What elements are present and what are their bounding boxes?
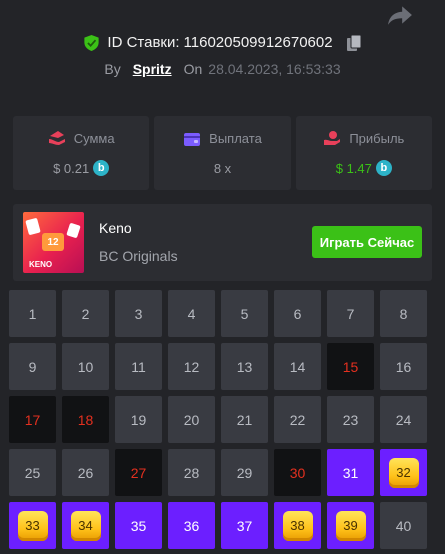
keno-grid: 1 2 3 4 5 6 7 8 9 10 11 12 13 14 15 16 17 18 19 20 21 22 23 24 2…	[9, 290, 435, 549]
gem-icon: 33	[17, 510, 48, 541]
user-link[interactable]: Spritz	[133, 61, 172, 77]
coin-icon: b	[375, 160, 392, 176]
keno-cell: 3	[115, 290, 162, 337]
thumb-number: 12	[42, 233, 64, 251]
keno-cell: 17	[9, 396, 56, 443]
keno-cell: 36	[168, 502, 215, 549]
stats-row: Сумма $ 0.21 b Выплата 8 x Прибыль $ 1.4…	[13, 116, 432, 190]
profit-label: Прибыль	[349, 130, 405, 146]
thumb-label: KENO	[29, 260, 53, 269]
keno-cell: 7	[327, 290, 374, 337]
keno-cell: 12	[168, 343, 215, 390]
keno-cell: 4	[168, 290, 215, 337]
profit-icon	[324, 131, 341, 145]
stat-amount: Сумма $ 0.21 b	[13, 116, 150, 190]
keno-cell: 18	[62, 396, 109, 443]
keno-cell: 38	[274, 502, 321, 549]
keno-cell: 35	[115, 502, 162, 549]
coin-icon: b	[93, 160, 110, 176]
wallet-icon	[184, 132, 201, 146]
keno-cell: 13	[221, 343, 268, 390]
gem-icon: 39	[335, 510, 366, 541]
amount-icon	[48, 131, 65, 145]
keno-cell: 25	[9, 449, 56, 496]
keno-cell: 27	[115, 449, 162, 496]
keno-cell: 16	[380, 343, 427, 390]
keno-cell: 9	[9, 343, 56, 390]
thumb-card-icon	[25, 217, 41, 236]
keno-cell: 33	[9, 502, 56, 549]
amount-value: $ 0.21	[53, 160, 90, 176]
keno-cell: 40	[380, 502, 427, 549]
keno-cell: 34	[62, 502, 109, 549]
gem-icon: 34	[70, 510, 101, 541]
keno-cell: 31	[327, 449, 374, 496]
on-label: On	[183, 61, 203, 77]
bet-id-row: ID Ставки: 116020509912670602	[0, 34, 445, 51]
payout-value: 8 x	[213, 160, 232, 176]
gem-icon: 38	[282, 510, 313, 541]
keno-cell: 10	[62, 343, 109, 390]
keno-cell: 11	[115, 343, 162, 390]
keno-cell: 32	[380, 449, 427, 496]
gem-icon: 32	[388, 457, 419, 488]
stat-payout: Выплата 8 x	[154, 116, 291, 190]
payout-label: Выплата	[209, 131, 262, 146]
keno-thumbnail[interactable]: 12 KENO	[23, 212, 84, 273]
by-label: By	[104, 61, 121, 77]
keno-cell: 6	[274, 290, 321, 337]
keno-cell: 39	[327, 502, 374, 549]
keno-cell: 14	[274, 343, 321, 390]
amount-label: Сумма	[73, 130, 115, 146]
keno-cell: 22	[274, 396, 321, 443]
keno-cell: 23	[327, 396, 374, 443]
keno-cell: 24	[380, 396, 427, 443]
keno-cell: 1	[9, 290, 56, 337]
game-name: Keno	[99, 220, 132, 236]
keno-cell: 8	[380, 290, 427, 337]
bet-date: 28.04.2023, 16:53:33	[208, 61, 341, 77]
keno-cell: 2	[62, 290, 109, 337]
copy-icon[interactable]	[346, 34, 361, 51]
bet-id-label: ID Ставки:	[107, 34, 180, 51]
keno-cell: 28	[168, 449, 215, 496]
verified-shield-icon	[84, 34, 100, 51]
keno-cell: 29	[221, 449, 268, 496]
profit-value: $ 1.47	[335, 160, 372, 176]
bet-meta-row: By Spritz On 28.04.2023, 16:53:33	[0, 61, 445, 77]
share-icon[interactable]	[387, 4, 413, 26]
keno-cell: 20	[168, 396, 215, 443]
bet-id-value: 116020509912670602	[183, 34, 333, 51]
keno-cell: 37	[221, 502, 268, 549]
keno-cell: 15	[327, 343, 374, 390]
game-card: 12 KENO Keno BC Originals Играть Сейчас	[13, 204, 432, 281]
keno-cell: 19	[115, 396, 162, 443]
play-now-button[interactable]: Играть Сейчас	[312, 226, 422, 258]
thumb-card-icon	[66, 222, 81, 239]
keno-cell: 21	[221, 396, 268, 443]
stat-profit: Прибыль $ 1.47 b	[295, 116, 432, 190]
game-provider: BC Originals	[99, 248, 178, 264]
keno-cell: 30	[274, 449, 321, 496]
keno-cell: 5	[221, 290, 268, 337]
keno-cell: 26	[62, 449, 109, 496]
